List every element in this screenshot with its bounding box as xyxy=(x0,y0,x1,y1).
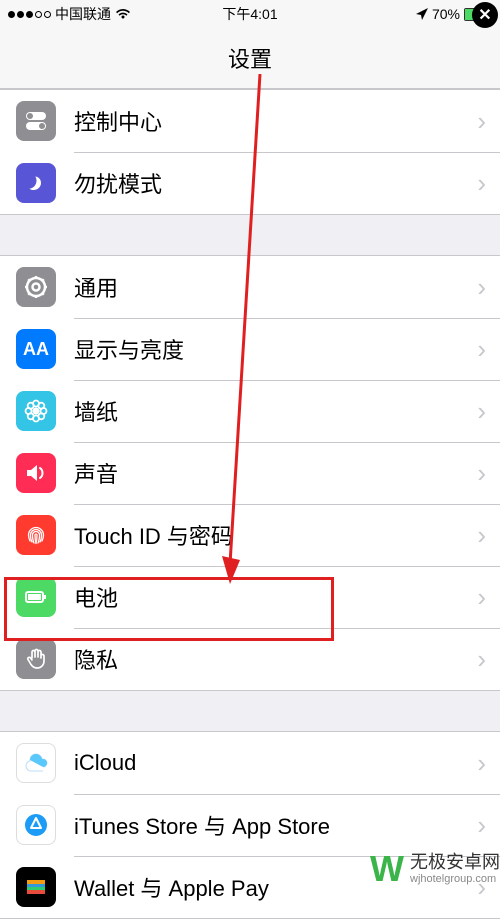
general-icon xyxy=(16,267,56,307)
battery-pct: 70% xyxy=(432,6,460,22)
settings-item-battery[interactable]: 电池› xyxy=(0,566,500,628)
chevron-right-icon: › xyxy=(477,520,486,551)
carrier-label: 中国联通 xyxy=(55,4,111,24)
settings-item-sound[interactable]: 声音› xyxy=(0,442,500,504)
settings-label: 声音 xyxy=(74,457,477,489)
settings-label: iCloud xyxy=(74,750,477,776)
settings-label: iTunes Store 与 App Store xyxy=(74,809,477,841)
settings-item-icloud[interactable]: iCloud› xyxy=(0,732,500,794)
settings-label: 控制中心 xyxy=(74,105,477,137)
wallpaper-icon xyxy=(16,391,56,431)
settings-label: 勿扰模式 xyxy=(74,167,477,199)
chevron-right-icon: › xyxy=(477,810,486,841)
icloud-icon xyxy=(16,743,56,783)
settings-item-display[interactable]: AA 显示与亮度› xyxy=(0,318,500,380)
settings-item-wallpaper[interactable]: 墙纸› xyxy=(0,380,500,442)
chevron-right-icon: › xyxy=(477,644,486,675)
battery-icon xyxy=(16,577,56,617)
settings-group: 控制中心›勿扰模式› xyxy=(0,89,500,215)
settings-item-control-center[interactable]: 控制中心› xyxy=(0,90,500,152)
page-title: 设置 xyxy=(0,28,500,89)
privacy-icon xyxy=(16,639,56,679)
watermark-main: 无极安卓网 xyxy=(410,852,500,874)
dnd-icon xyxy=(16,163,56,203)
settings-label: Touch ID 与密码 xyxy=(74,519,477,551)
settings-label: 电池 xyxy=(74,581,477,613)
settings-label: 墙纸 xyxy=(74,395,477,427)
control-center-icon xyxy=(16,101,56,141)
chevron-right-icon: › xyxy=(477,582,486,613)
wallet-icon xyxy=(16,867,56,907)
settings-item-privacy[interactable]: 隐私› xyxy=(0,628,500,690)
settings-label: 通用 xyxy=(74,271,477,303)
chevron-right-icon: › xyxy=(477,396,486,427)
time-label: 下午4:01 xyxy=(222,4,277,24)
svg-text:AA: AA xyxy=(23,339,49,359)
settings-item-touchid[interactable]: Touch ID 与密码› xyxy=(0,504,500,566)
watermark: W 无极安卓网 wjhotelgroup.com xyxy=(370,848,500,890)
status-left: 中国联通 xyxy=(8,4,131,24)
chevron-right-icon: › xyxy=(477,168,486,199)
settings-label: 隐私 xyxy=(74,643,477,675)
settings-item-dnd[interactable]: 勿扰模式› xyxy=(0,152,500,214)
close-icon[interactable]: ✕ xyxy=(472,2,498,28)
chevron-right-icon: › xyxy=(477,334,486,365)
wifi-icon xyxy=(115,8,131,20)
display-icon: AA xyxy=(16,329,56,369)
settings-group: iCloud›iTunes Store 与 App Store›Wallet 与… xyxy=(0,731,500,919)
signal-icon xyxy=(8,11,51,18)
location-icon xyxy=(416,8,428,20)
itunes-icon xyxy=(16,805,56,845)
chevron-right-icon: › xyxy=(477,106,486,137)
chevron-right-icon: › xyxy=(477,458,486,489)
watermark-logo: W xyxy=(370,848,404,890)
sound-icon xyxy=(16,453,56,493)
chevron-right-icon: › xyxy=(477,272,486,303)
touchid-icon xyxy=(16,515,56,555)
chevron-right-icon: › xyxy=(477,748,486,779)
status-bar: 中国联通 下午4:01 70% xyxy=(0,0,500,28)
settings-label: 显示与亮度 xyxy=(74,333,477,365)
settings-item-itunes[interactable]: iTunes Store 与 App Store› xyxy=(0,794,500,856)
watermark-sub: wjhotelgroup.com xyxy=(410,873,500,886)
settings-group: 通用›AA显示与亮度›墙纸›声音›Touch ID 与密码›电池›隐私› xyxy=(0,255,500,691)
settings-item-general[interactable]: 通用› xyxy=(0,256,500,318)
